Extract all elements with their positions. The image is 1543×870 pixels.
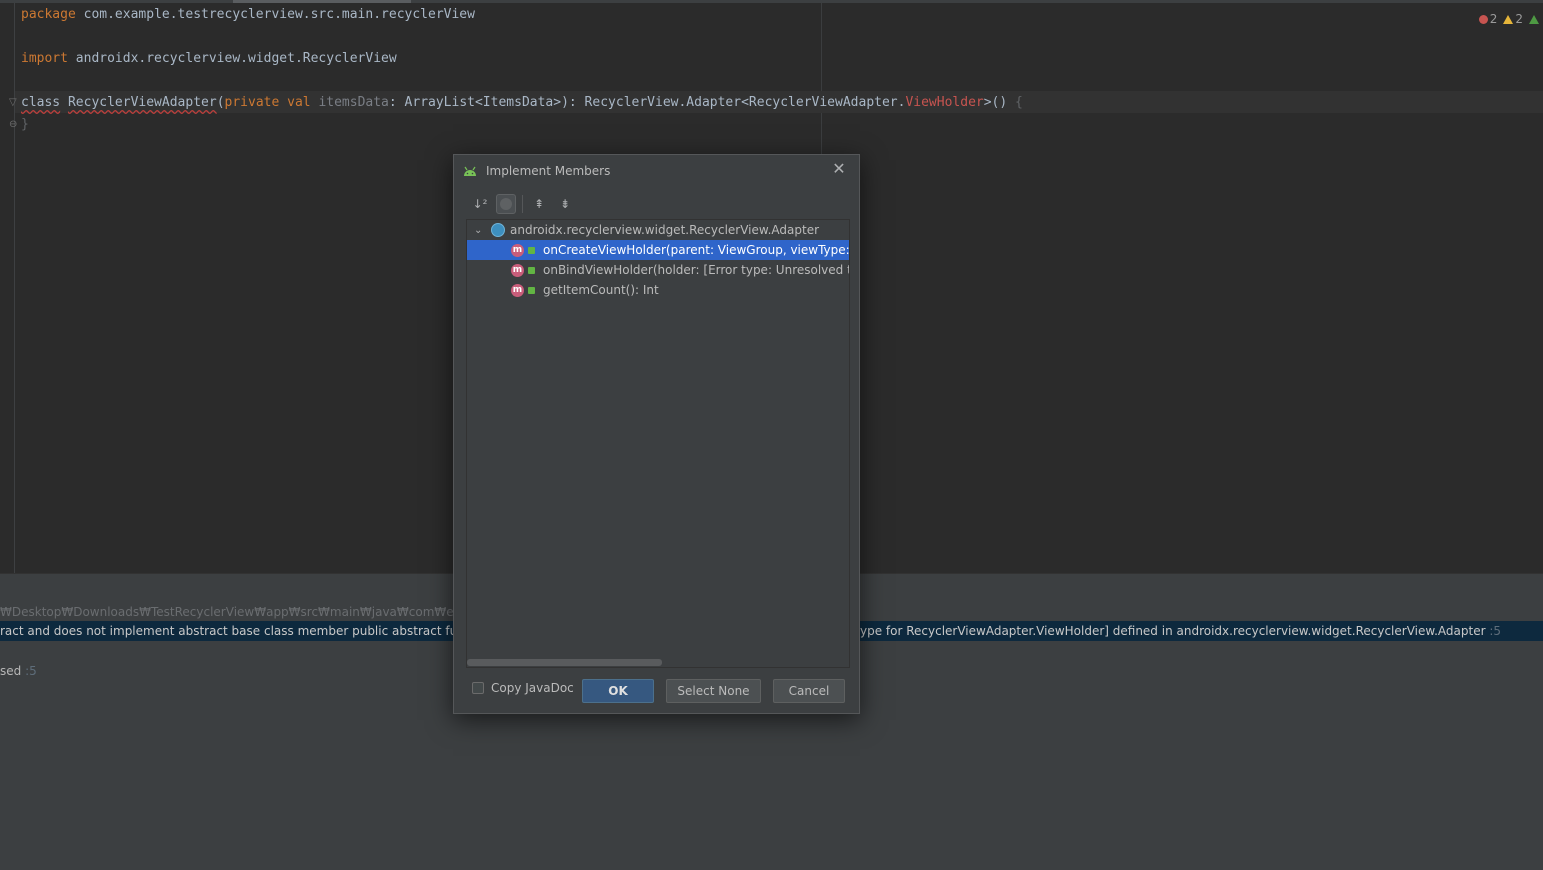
code-line-import[interactable]: import androidx.recyclerview.widget.Recy… — [21, 50, 397, 68]
tree-item-getitemcount[interactable]: m getItemCount(): Int — [467, 280, 849, 300]
chevron-down-icon[interactable]: ⌄ — [474, 225, 484, 236]
fold-close-icon[interactable]: ⊖ — [9, 120, 19, 130]
code-line-class[interactable]: class RecyclerViewAdapter(private val it… — [21, 94, 1023, 112]
weak-warning[interactable] — [1529, 14, 1539, 24]
line-number: :5 — [21, 664, 37, 678]
implement-members-dialog: Implement Members ✕ ↓² ⇞ ⇟ ⌄ androidx.re… — [453, 154, 860, 714]
sort-alphabetically-icon[interactable]: ↓² — [470, 194, 490, 214]
visibility-icon — [528, 266, 535, 274]
checkbox-box[interactable] — [472, 682, 484, 694]
method-icon: m — [511, 263, 524, 277]
gutter-divider — [14, 3, 15, 573]
close-brace: } — [21, 117, 29, 132]
param-name: itemsData — [318, 95, 389, 110]
keyword-class: class — [21, 95, 61, 110]
fold-open-icon[interactable]: ▽ — [9, 98, 19, 108]
package-name: com.example.testrecyclerview.src.main.re… — [75, 7, 475, 22]
dialog-title: Implement Members — [486, 164, 611, 178]
close-icon[interactable]: ✕ — [831, 159, 847, 179]
tree-root-adapter[interactable]: ⌄ androidx.recyclerview.widget.RecyclerV… — [467, 220, 849, 240]
show-members-toggle-icon[interactable] — [496, 194, 516, 214]
warning-icon — [1503, 14, 1514, 24]
copy-javadoc-checkbox[interactable]: Copy JavaDoc — [472, 681, 574, 695]
method-icon: m — [511, 243, 524, 257]
visibility-icon — [528, 246, 535, 254]
problem-row-2[interactable]: sed :5 — [0, 662, 37, 680]
viewholder-ref: ViewHolder — [905, 95, 984, 110]
problem-message-right[interactable]: ype for RecyclerViewAdapter.ViewHolder] … — [860, 622, 1501, 640]
line-number: :5 — [1485, 624, 1502, 638]
type-signature: : ArrayList<ItemsData>): RecyclerView.Ad… — [388, 95, 906, 110]
inspection-widget[interactable]: 2 2 — [1478, 12, 1539, 26]
code-line-package[interactable]: package com.example.testrecyclerview.src… — [21, 6, 475, 24]
android-icon — [464, 166, 476, 176]
dialog-title-bar[interactable]: Implement Members — [462, 161, 610, 181]
keyword-private-val: private val — [224, 95, 311, 110]
file-path[interactable]: ₩Desktop₩Downloads₩TestRecyclerView₩app₩… — [0, 603, 460, 621]
class-name: RecyclerViewAdapter — [67, 95, 217, 110]
tree-item-oncreateviewholder[interactable]: m onCreateViewHolder(parent: ViewGroup, … — [467, 240, 849, 260]
toolbar-separator — [522, 195, 523, 213]
import-path: androidx.recyclerview.widget.RecyclerVie… — [67, 51, 397, 66]
method-icon: m — [511, 283, 524, 297]
dialog-footer: Copy JavaDoc OK Select None Cancel — [472, 679, 846, 705]
signature-tail: >() — [983, 95, 1016, 110]
visibility-icon — [528, 286, 535, 294]
problem-message-left[interactable]: ract and does not implement abstract bas… — [0, 622, 455, 640]
paren-open: ( — [216, 95, 225, 110]
expand-all-icon[interactable]: ⇞ — [529, 194, 549, 214]
class-icon — [491, 223, 505, 237]
tree-root-label: androidx.recyclerview.widget.RecyclerVie… — [510, 223, 820, 237]
tree-item-onbindviewholder[interactable]: m onBindViewHolder(holder: [Error type: … — [467, 260, 849, 280]
weak-warning-icon — [1529, 14, 1539, 24]
dialog-toolbar: ↓² ⇞ ⇟ — [470, 193, 575, 215]
collapse-all-icon[interactable]: ⇟ — [555, 194, 575, 214]
open-brace: { — [1015, 95, 1023, 110]
cancel-button[interactable]: Cancel — [773, 679, 845, 703]
copy-javadoc-label: Copy JavaDoc — [491, 681, 574, 695]
keyword-import: import — [21, 51, 68, 66]
code-line-close-brace[interactable]: } — [21, 116, 29, 134]
error-icon — [1478, 14, 1488, 24]
ok-button[interactable]: OK — [582, 679, 654, 703]
error-count[interactable]: 2 — [1478, 12, 1497, 26]
members-tree[interactable]: ⌄ androidx.recyclerview.widget.RecyclerV… — [466, 219, 850, 668]
horizontal-scrollbar[interactable] — [467, 659, 662, 666]
select-none-button[interactable]: Select None — [666, 679, 761, 703]
tree-item-label: onCreateViewHolder(parent: ViewGroup, vi… — [543, 243, 850, 257]
keyword-package: package — [21, 7, 76, 22]
tree-item-label: getItemCount(): Int — [543, 283, 659, 297]
tree-item-label: onBindViewHolder(holder: [Error type: Un… — [543, 263, 850, 277]
warning-count[interactable]: 2 — [1503, 12, 1523, 26]
